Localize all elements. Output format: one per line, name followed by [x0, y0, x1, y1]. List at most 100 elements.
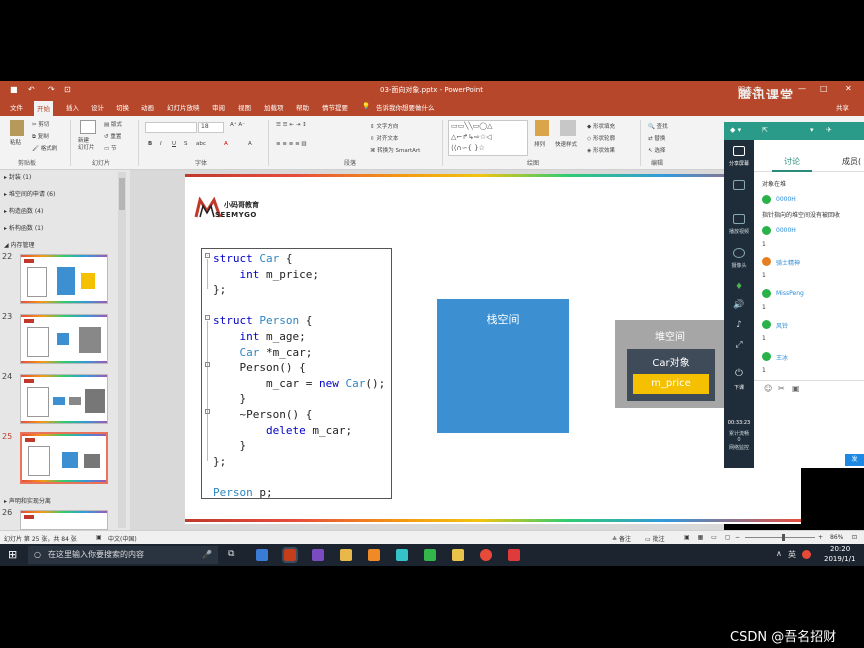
fold-toggle-icon[interactable]: - [205, 315, 210, 320]
section-item[interactable]: ◢ 内存管理 [4, 240, 35, 249]
tab-insert[interactable]: 插入 [66, 102, 79, 112]
view-buttons[interactable]: ▣ ▦ ▭ ▢ [684, 534, 733, 541]
file-explorer-icon[interactable] [340, 549, 352, 561]
quick-styles-icon[interactable] [560, 120, 576, 136]
tencent-menu-icon[interactable]: ◆ ▾ [730, 126, 741, 134]
sublime-icon[interactable] [368, 549, 380, 561]
bullets-icon[interactable]: ☰ ☰ ⇤ ⇥ ↕ [276, 122, 307, 128]
cut-button[interactable]: ✂ 剪切 [32, 120, 49, 128]
clock-time[interactable]: 20:20 [830, 545, 850, 553]
fold-toggle-icon[interactable]: - [205, 362, 210, 367]
language-indicator[interactable]: 中文(中国) [108, 534, 137, 543]
app-icon[interactable] [424, 549, 436, 561]
code-block[interactable]: struct Car { int m_price;}; struct Perso… [201, 248, 392, 499]
tab-slideshow[interactable]: 幻灯片放映 [167, 102, 200, 112]
close-icon[interactable]: ✕ [845, 84, 852, 93]
underline-button[interactable]: U [172, 141, 176, 147]
ppt-icon[interactable] [733, 180, 745, 190]
app-icon[interactable] [452, 549, 464, 561]
font-size-field[interactable]: 18 [198, 122, 224, 133]
dropdown-icon[interactable]: ▾ [810, 126, 814, 134]
undo-icon[interactable]: ↶ [28, 85, 35, 94]
m-price-box[interactable]: m_price [633, 374, 709, 394]
chat-username[interactable]: 0000H [776, 196, 796, 203]
shape-outline-button[interactable]: ◇ 形状轮廓 [587, 134, 615, 142]
shapes-gallery[interactable]: ▭▭╲╲▭◯△ △⌐↱↳⇨☆◁ ⟨⟨∩∽{ }☆ [448, 120, 528, 156]
camera-label[interactable]: 摄像头 [724, 262, 754, 269]
chat-username[interactable]: 骑士精神 [776, 258, 800, 267]
end-class-icon[interactable]: ⏻ [724, 368, 754, 379]
new-slide-button[interactable]: 新建 幻灯片 [78, 138, 95, 152]
powerpoint-icon[interactable] [282, 547, 298, 563]
slide-thumbnail[interactable] [20, 374, 108, 424]
align-text-button[interactable]: ⇳ 对齐文本 [370, 134, 398, 142]
section-item[interactable]: ▸ 封装 (1) [4, 172, 31, 181]
end-class-label[interactable]: 下课 [724, 384, 754, 391]
camera-icon[interactable] [733, 248, 745, 258]
slide-thumbnail[interactable] [20, 254, 108, 304]
stack-space-box[interactable]: 栈空间 [437, 299, 569, 433]
image-icon[interactable]: ▣ [792, 384, 800, 393]
spellcheck-icon[interactable]: ▣ [96, 534, 102, 541]
chat-username[interactable]: 0000H [776, 227, 796, 234]
minimize-icon[interactable]: — [798, 84, 806, 93]
slide-thumbnail[interactable] [20, 510, 108, 530]
clock-date[interactable]: 2019/1/1 [824, 555, 855, 563]
italic-button[interactable]: I [160, 141, 162, 147]
send-button[interactable]: 发 [845, 454, 864, 466]
slide-thumbnail[interactable] [20, 314, 108, 364]
play-video-label[interactable]: 播放视频 [724, 228, 754, 235]
save-icon[interactable]: ■ [10, 85, 18, 94]
tab-addins[interactable]: 加载项 [264, 102, 284, 112]
font-name-field[interactable] [145, 122, 197, 133]
chat-username[interactable]: 风铃 [776, 321, 788, 330]
new-slide-icon[interactable] [80, 120, 96, 134]
comments-button[interactable]: ▭ 批注 [645, 534, 665, 543]
text-direction-button[interactable]: ⇕ 文字方向 [370, 122, 398, 130]
zoom-level[interactable]: 86% [830, 534, 843, 541]
tab-discuss[interactable]: 讨论 [784, 156, 800, 167]
tab-file[interactable]: 文件 [10, 102, 23, 112]
customize-qat-icon[interactable]: ⊡ [64, 85, 71, 94]
heap-space-box[interactable]: 堆空间 Car对象 m_price [615, 320, 725, 408]
tab-view[interactable]: 视图 [238, 102, 251, 112]
section-item[interactable]: ▸ 堆空间的申请 (6) [4, 189, 55, 198]
fold-toggle-icon[interactable]: - [205, 253, 210, 258]
tab-animations[interactable]: 动画 [141, 102, 154, 112]
zoom-out-icon[interactable]: − [735, 534, 740, 541]
shape-fill-button[interactable]: ◆ 形状填充 [587, 122, 615, 130]
tab-design[interactable]: 设计 [91, 102, 104, 112]
start-icon[interactable]: ⊞ [8, 548, 17, 561]
format-painter-button[interactable]: 🖌 格式刷 [32, 144, 57, 152]
strikethrough-button[interactable]: S [184, 141, 188, 147]
share-screen-icon[interactable] [733, 146, 745, 156]
app-icon[interactable] [396, 549, 408, 561]
scissors-icon[interactable]: ✂ [778, 384, 785, 393]
tab-help[interactable]: 帮助 [296, 102, 309, 112]
share-screen-label[interactable]: 分享屏幕 [724, 160, 754, 167]
car-object-box[interactable]: Car对象 m_price [627, 349, 715, 401]
clear-format-icon[interactable]: A [248, 141, 252, 147]
tab-members[interactable]: 成员( [842, 156, 861, 167]
zoom-slider-thumb[interactable] [782, 534, 785, 541]
current-slide[interactable]: 小码哥教育 SEEMYGO struct Car { int m_price;}… [185, 174, 801, 524]
redo-icon[interactable]: ↷ [48, 85, 55, 94]
slide-thumbnail-selected[interactable] [20, 432, 108, 484]
section-item[interactable]: ▸ 声明和实现分离 [4, 496, 51, 505]
ime-indicator[interactable]: 英 [788, 549, 796, 560]
share-button[interactable]: 共享 [836, 102, 849, 112]
maximize-icon[interactable]: □ [820, 84, 828, 93]
music-icon[interactable]: ♪ [724, 320, 754, 330]
tab-review[interactable]: 审阅 [212, 102, 225, 112]
app-icon[interactable] [256, 549, 268, 561]
reset-button[interactable]: ↺ 重置 [104, 132, 121, 140]
shadow-button[interactable]: abc [196, 141, 206, 147]
play-video-icon[interactable] [733, 214, 745, 224]
quick-styles-button[interactable]: 快速样式 [555, 140, 577, 148]
fullscreen-icon[interactable]: ⤢ [724, 340, 754, 350]
arrange-icon[interactable] [535, 120, 549, 136]
align-icons[interactable]: ≡ ≡ ≡ ≡ ▥ [276, 141, 307, 147]
speaker-icon[interactable]: 🔊 [724, 300, 754, 310]
chrome-icon[interactable] [480, 549, 492, 561]
grow-font-icon[interactable]: A⁺ A⁻ [230, 122, 245, 128]
